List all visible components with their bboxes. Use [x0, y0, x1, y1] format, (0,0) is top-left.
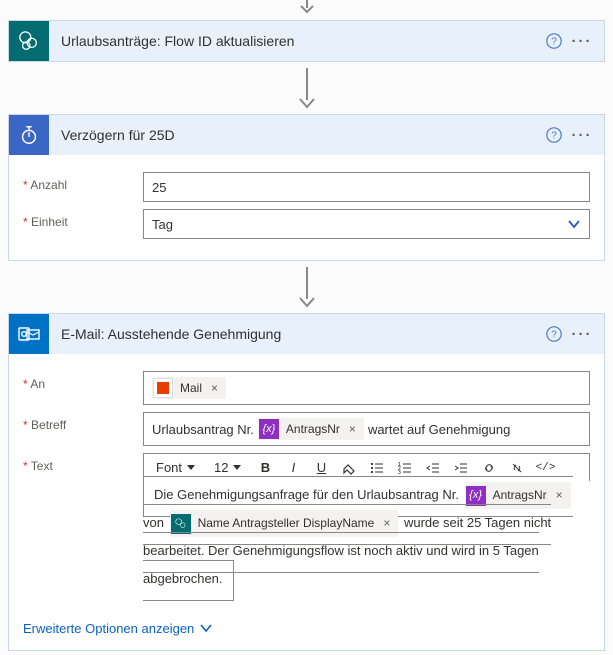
help-button[interactable]: ? — [540, 121, 568, 149]
unit-select[interactable]: Tag — [143, 209, 590, 239]
chevron-down-icon — [567, 217, 581, 231]
underline-button[interactable]: U — [312, 460, 330, 475]
more-menu-button[interactable]: ··· — [568, 121, 596, 149]
more-menu-button[interactable]: ··· — [568, 27, 596, 55]
sharepoint-icon — [9, 21, 49, 61]
svg-text:3: 3 — [398, 470, 401, 475]
fx-icon: {x} — [466, 486, 486, 506]
remove-token-button[interactable]: × — [381, 511, 392, 536]
token-requester-name[interactable]: Name Antragsteller DisplayName × — [170, 510, 399, 537]
office-icon — [153, 378, 173, 398]
step-delay: Verzögern für 25D ? ··· Anzahl 25 Einhei… — [8, 114, 605, 261]
count-label: Anzahl — [23, 172, 143, 192]
token-mail[interactable]: Mail × — [152, 377, 226, 399]
number-list-button[interactable]: 123 — [396, 461, 414, 475]
to-label: An — [23, 371, 143, 391]
step-title: Urlaubsanträge: Flow ID aktualisieren — [49, 33, 540, 49]
remove-token-button[interactable]: × — [209, 381, 220, 395]
outlook-icon — [9, 314, 49, 354]
subject-input[interactable]: Urlaubsantrag Nr. {x} AntragsNr × wartet… — [143, 412, 590, 446]
svg-text:?: ? — [551, 330, 557, 341]
fx-icon: {x} — [259, 419, 279, 439]
help-button[interactable]: ? — [540, 320, 568, 348]
italic-button[interactable]: I — [284, 460, 302, 475]
remove-token-button[interactable]: × — [347, 422, 358, 436]
count-input[interactable]: 25 — [143, 172, 590, 202]
bullet-list-button[interactable] — [368, 461, 386, 475]
font-select[interactable]: Font — [152, 458, 200, 477]
connector-arrow-in — [8, 0, 605, 16]
remove-token-button[interactable]: × — [554, 483, 565, 508]
step-title: E-Mail: Ausstehende Genehmigung — [49, 326, 540, 342]
connector-arrow — [8, 265, 605, 309]
sharepoint-icon — [171, 514, 191, 534]
step-email: E-Mail: Ausstehende Genehmigung ? ··· An… — [8, 313, 605, 651]
to-input[interactable]: Mail × — [143, 371, 590, 405]
help-button[interactable]: ? — [540, 27, 568, 55]
outdent-button[interactable] — [424, 461, 442, 475]
more-menu-button[interactable]: ··· — [568, 320, 596, 348]
advanced-options-toggle[interactable]: Erweiterte Optionen anzeigen — [23, 621, 212, 636]
connector-arrow — [8, 66, 605, 110]
subject-label: Betreff — [23, 412, 143, 432]
chevron-down-icon — [200, 622, 212, 634]
svg-text:?: ? — [551, 131, 557, 142]
step-sharepoint-update[interactable]: Urlaubsanträge: Flow ID aktualisieren ? … — [8, 20, 605, 62]
step-title: Verzögern für 25D — [49, 127, 540, 143]
bold-button[interactable]: B — [256, 460, 274, 475]
code-view-button[interactable]: </> — [536, 462, 554, 474]
unlink-button[interactable] — [508, 461, 526, 475]
body-editor[interactable]: Die Genehmigungsanfrage für den Urlaubsa… — [143, 476, 573, 601]
unit-label: Einheit — [23, 209, 143, 229]
body-label: Text — [23, 453, 143, 473]
highlight-button[interactable] — [340, 461, 358, 475]
step-email-header[interactable]: E-Mail: Ausstehende Genehmigung ? ··· — [9, 314, 604, 354]
link-button[interactable] — [480, 461, 498, 475]
token-antragsnr[interactable]: {x} AntragsNr × — [258, 418, 364, 440]
token-antragsnr[interactable]: {x} AntragsNr × — [465, 482, 571, 509]
svg-text:?: ? — [551, 37, 557, 48]
step-delay-header[interactable]: Verzögern für 25D ? ··· — [9, 115, 604, 155]
size-select[interactable]: 12 — [210, 458, 246, 477]
stopwatch-icon — [9, 115, 49, 155]
indent-button[interactable] — [452, 461, 470, 475]
